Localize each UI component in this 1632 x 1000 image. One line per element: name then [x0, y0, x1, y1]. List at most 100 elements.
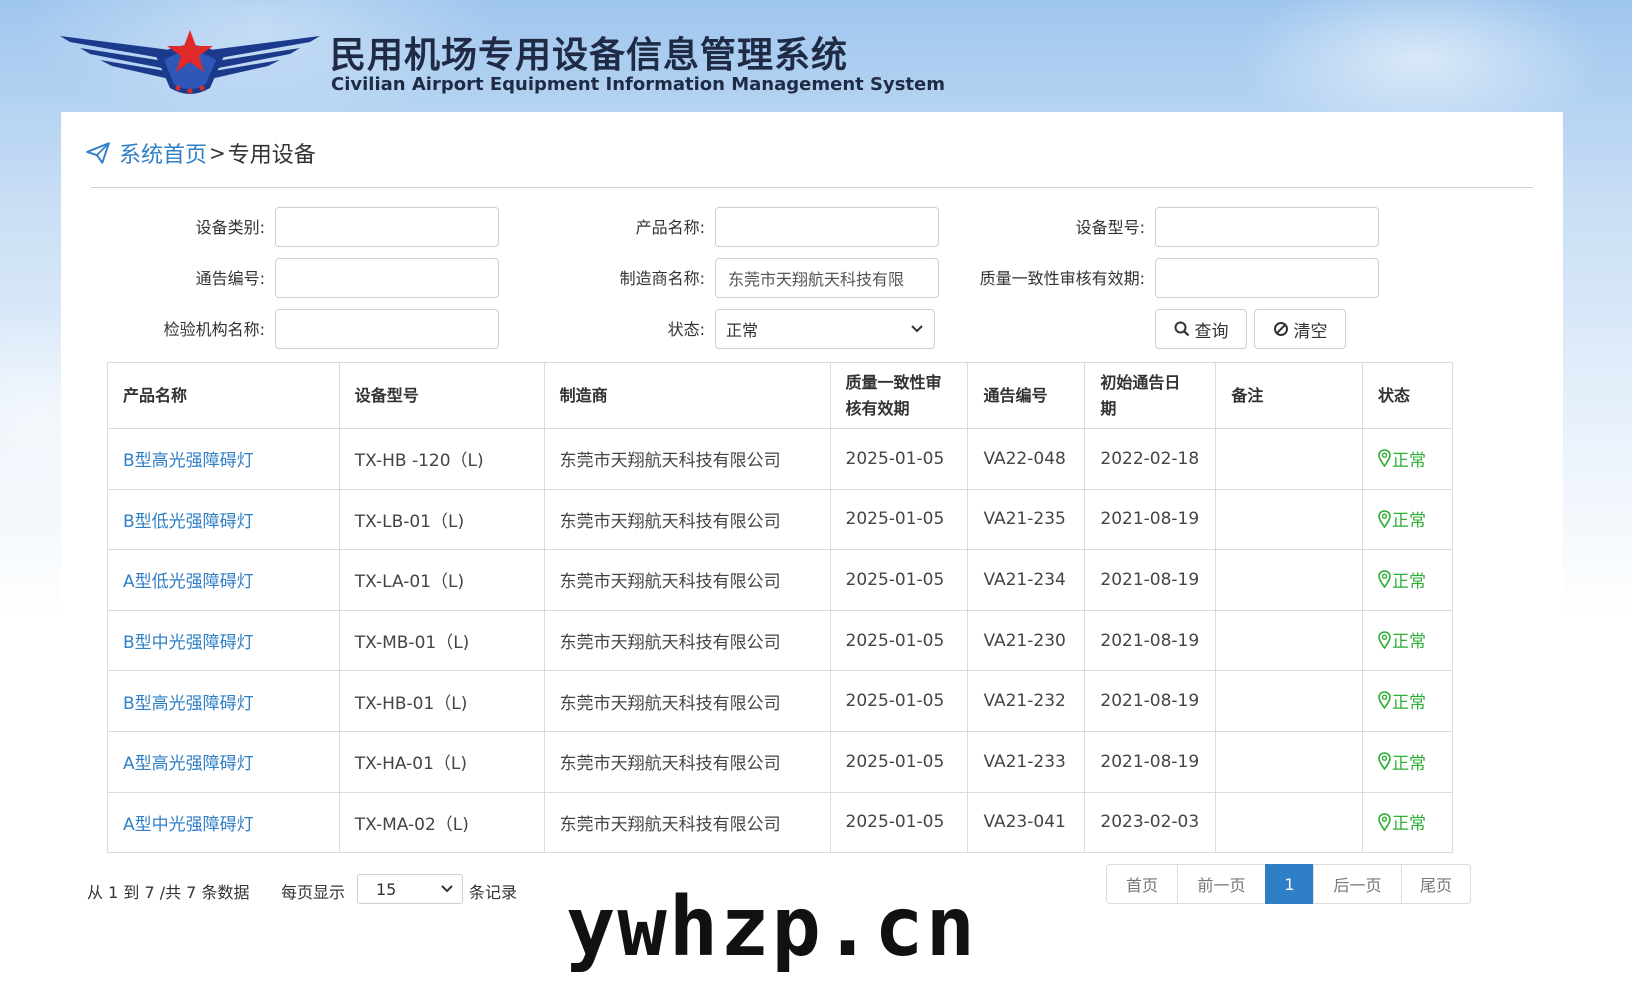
- notice-no-cell: VA22-048: [967, 428, 1086, 490]
- product-name-cell: B型高光强障碍灯: [107, 670, 340, 732]
- breadcrumb-home-link[interactable]: 系统首页: [119, 137, 207, 169]
- manufacturer-input[interactable]: [715, 258, 939, 298]
- product-link[interactable]: A型低光强障碍灯: [123, 572, 254, 592]
- last-page-button[interactable]: 尾页: [1401, 864, 1471, 904]
- column-header[interactable]: 初始通告日 期: [1084, 362, 1217, 429]
- manufacturer-label: 制造商名称:: [619, 269, 705, 288]
- initial-date-cell: 2021-08-19: [1084, 670, 1217, 732]
- product-name-input[interactable]: [715, 207, 939, 247]
- status-cell: 正常: [1362, 730, 1453, 793]
- initial-date-cell: 2021-08-19: [1084, 609, 1217, 672]
- notice-no-input[interactable]: [275, 258, 499, 298]
- column-header[interactable]: 备注: [1215, 362, 1364, 429]
- column-header[interactable]: 通告编号: [967, 362, 1086, 429]
- manufacturer-cell: 东莞市天翔航天科技有限公司: [543, 791, 831, 854]
- per-page-select[interactable]: 15: [357, 874, 463, 904]
- validity-cell: 2025-01-05: [829, 791, 969, 854]
- manufacturer-cell: 东莞市天翔航天科技有限公司: [543, 428, 831, 490]
- status-badge: 正常: [1378, 446, 1426, 471]
- table-row: A型高光强障碍灯 TX-HA-01（L) 东莞市天翔航天科技有限公司 2025-01-…: [107, 730, 1453, 793]
- validity-cell: 2025-01-05: [829, 670, 969, 732]
- map-pin-icon: [1378, 812, 1391, 831]
- map-pin-icon: [1378, 509, 1391, 528]
- equip-category-input[interactable]: [275, 207, 499, 247]
- breadcrumb-separator: >: [209, 141, 226, 165]
- equip-category-label: 设备类别:: [195, 218, 265, 237]
- equip-model-input[interactable]: [1155, 207, 1379, 247]
- query-button[interactable]: 查询: [1155, 309, 1247, 349]
- notice-no-cell: VA21-233: [967, 730, 1086, 793]
- initial-date-cell: 2021-08-19: [1084, 488, 1217, 551]
- validity-input[interactable]: [1155, 258, 1379, 298]
- next-page-button[interactable]: 后一页: [1313, 864, 1402, 904]
- record-range-text: 从 1 到 7 /共 7 条数据: [87, 883, 250, 902]
- table-row: B型低光强障碍灯 TX-LB-01（L) 东莞市天翔航天科技有限公司 2025-01-…: [107, 488, 1453, 551]
- status-label: 状态:: [667, 320, 705, 339]
- map-pin-icon: [1378, 752, 1391, 771]
- paper-plane-icon: [86, 142, 110, 164]
- notice-no-cell: VA21-235: [967, 488, 1086, 551]
- watermark-text: ywhzp.cn: [566, 880, 977, 975]
- product-name-cell: A型中光强障碍灯: [107, 791, 340, 854]
- manufacturer-cell: 东莞市天翔航天科技有限公司: [543, 609, 831, 672]
- product-link[interactable]: B型高光强障碍灯: [123, 694, 254, 714]
- main-panel: 系统首页 > 专用设备 设备类别: 产品名称: 设备型号: 通告编号: 制造商名…: [61, 112, 1563, 1000]
- column-header[interactable]: 质量一致性审 核有效期: [829, 362, 969, 429]
- column-header[interactable]: 状态: [1362, 362, 1453, 429]
- remark-cell: [1215, 609, 1364, 672]
- first-page-button[interactable]: 首页: [1106, 864, 1178, 904]
- prev-page-button[interactable]: 前一页: [1177, 864, 1266, 904]
- inspector-input[interactable]: [275, 309, 499, 349]
- column-header[interactable]: 产品名称: [107, 362, 340, 429]
- notice-no-cell: VA21-234: [967, 549, 1086, 611]
- model-cell: TX-LA-01（L): [338, 549, 545, 611]
- initial-date-cell: 2022-02-18: [1084, 428, 1217, 490]
- model-cell: TX-HB-01（L): [338, 670, 545, 732]
- remark-cell: [1215, 730, 1364, 793]
- product-link[interactable]: B型低光强障碍灯: [123, 512, 254, 532]
- status-text: 正常: [1392, 632, 1427, 653]
- product-name-cell: A型低光强障碍灯: [107, 549, 340, 611]
- product-link[interactable]: A型中光强障碍灯: [123, 815, 254, 835]
- product-name-cell: B型中光强障碍灯: [107, 609, 340, 672]
- status-badge: 正常: [1378, 506, 1426, 531]
- remark-cell: [1215, 488, 1364, 551]
- initial-date-cell: 2021-08-19: [1084, 549, 1217, 611]
- validity-cell: 2025-01-05: [829, 609, 969, 672]
- remark-cell: [1215, 670, 1364, 732]
- product-link[interactable]: B型高光强障碍灯: [123, 451, 254, 471]
- notice-no-cell: VA21-232: [967, 670, 1086, 732]
- validity-cell: 2025-01-05: [829, 549, 969, 611]
- status-text: 正常: [1392, 511, 1427, 532]
- product-link[interactable]: B型中光强障碍灯: [123, 633, 254, 653]
- table-row: B型高光强障碍灯 TX-HB-01（L) 东莞市天翔航天科技有限公司 2025-01-…: [107, 670, 1453, 732]
- status-cell: 正常: [1362, 791, 1453, 854]
- equipment-table: 产品名称 设备型号 制造商 质量一致性审 核有效期 通告编号 初始通告日 期 备…: [107, 362, 1453, 854]
- divider: [91, 187, 1533, 188]
- map-pin-icon: [1378, 691, 1391, 710]
- chevron-down-icon: [441, 885, 453, 893]
- status-cell: 正常: [1362, 549, 1453, 611]
- model-cell: TX-HA-01（L): [338, 730, 545, 793]
- status-badge: 正常: [1378, 567, 1426, 592]
- product-name-cell: B型低光强障碍灯: [107, 488, 340, 551]
- column-header[interactable]: 设备型号: [338, 362, 545, 429]
- product-name-cell: B型高光强障碍灯: [107, 428, 340, 490]
- status-select[interactable]: 正常: [715, 309, 935, 349]
- app-subtitle: Civilian Airport Equipment Information M…: [331, 74, 945, 95]
- product-name-cell: A型高光强障碍灯: [107, 730, 340, 793]
- query-button-label: 查询: [1194, 321, 1229, 342]
- column-header[interactable]: 制造商: [543, 362, 831, 429]
- page-1-button[interactable]: 1: [1265, 864, 1314, 904]
- status-text: 正常: [1392, 450, 1427, 471]
- inspector-label: 检验机构名称:: [163, 320, 265, 339]
- product-link[interactable]: A型高光强障碍灯: [123, 754, 254, 774]
- clear-button[interactable]: 清空: [1254, 309, 1346, 349]
- manufacturer-cell: 东莞市天翔航天科技有限公司: [543, 549, 831, 611]
- chevron-down-icon: [911, 325, 923, 333]
- model-cell: TX-LB-01（L): [338, 488, 545, 551]
- status-cell: 正常: [1362, 428, 1453, 490]
- validity-cell: 2025-01-05: [829, 428, 969, 490]
- per-page-value: 15: [376, 879, 397, 899]
- map-pin-icon: [1378, 631, 1391, 649]
